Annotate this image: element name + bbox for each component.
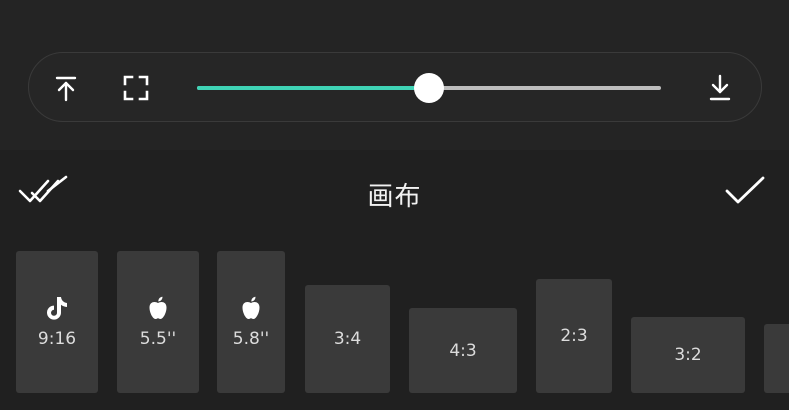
apple-icon xyxy=(146,295,170,321)
align-top-icon[interactable] xyxy=(51,73,81,103)
ratio-label: 4:3 xyxy=(449,340,477,361)
aspect-ratio-list: 9:16 5.5'' 5.8'' 3:4 4:3 2:3 3:2 xyxy=(0,150,789,410)
ratio-card-5-5[interactable]: 5.5'' xyxy=(117,251,199,393)
slider-thumb[interactable] xyxy=(414,73,444,103)
ratio-card-4-3[interactable]: 4:3 xyxy=(409,308,517,393)
zoom-slider[interactable] xyxy=(197,73,661,103)
canvas-panel: 画布 9:16 5.5'' 5.8'' 3:4 4:3 2:3 3:2 xyxy=(0,150,789,410)
ratio-card-partial[interactable] xyxy=(764,324,789,393)
ratio-card-3-4[interactable]: 3:4 xyxy=(305,285,390,393)
ratio-label: 5.8'' xyxy=(232,329,270,349)
ratio-card-9-16[interactable]: 9:16 xyxy=(16,251,98,393)
ratio-label: 9:16 xyxy=(37,329,77,349)
tiktok-icon xyxy=(45,295,69,321)
ratio-label: 3:2 xyxy=(674,345,702,365)
ratio-label: 2:3 xyxy=(560,326,588,346)
ratio-card-2-3[interactable]: 2:3 xyxy=(536,279,612,393)
slider-fill xyxy=(197,86,429,90)
ratio-card-5-8[interactable]: 5.8'' xyxy=(217,251,285,393)
adjust-toolbar xyxy=(28,52,762,122)
fullscreen-icon[interactable] xyxy=(121,73,151,103)
ratio-label: 3:4 xyxy=(333,329,362,349)
download-icon[interactable] xyxy=(705,73,735,103)
apple-icon xyxy=(239,295,263,321)
ratio-label: 5.5'' xyxy=(139,329,177,349)
ratio-card-3-2[interactable]: 3:2 xyxy=(631,317,745,393)
